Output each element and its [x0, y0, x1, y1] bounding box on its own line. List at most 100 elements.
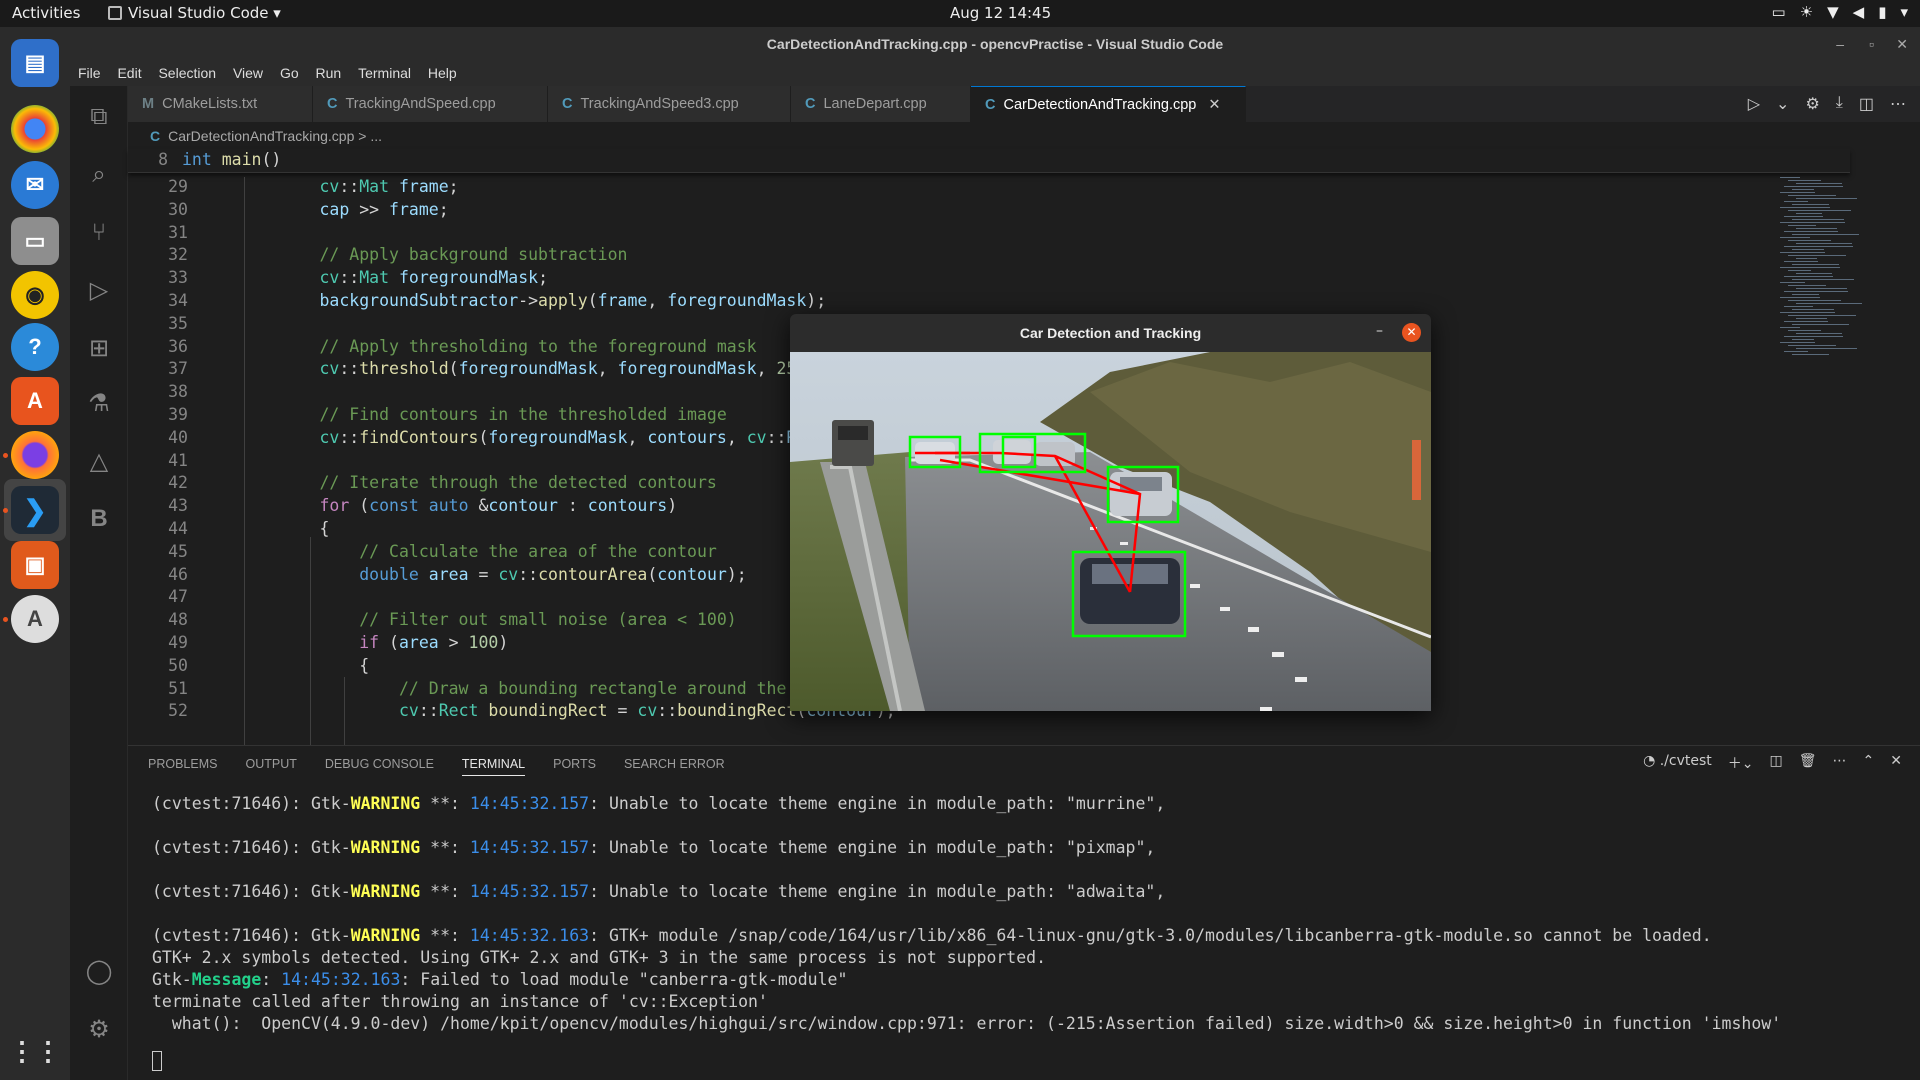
code-line[interactable]: 31	[128, 223, 1828, 246]
menu-help[interactable]: Help	[423, 62, 462, 84]
opencv-minimize-button[interactable]: –	[1376, 323, 1383, 339]
more-actions-icon[interactable]: ⋯	[1890, 94, 1906, 114]
minimap[interactable]	[1774, 177, 1904, 377]
terminal-line: (cvtest:71646): Gtk-WARNING **: 14:45:32…	[152, 882, 1166, 901]
sticky-scroll-header[interactable]: 8 int main()	[128, 149, 1850, 173]
menu-view[interactable]: View	[228, 62, 268, 84]
b-extension-icon[interactable]: B	[84, 504, 114, 534]
code-line[interactable]: 30 cap >> frame;	[128, 200, 1828, 223]
settings-gear-icon[interactable]: ⚙	[84, 1014, 114, 1044]
system-tray[interactable]: ▭ ☀ ▼ ◀ ▮ ▾	[1771, 3, 1908, 21]
impress-app-icon[interactable]: ▣	[11, 541, 59, 589]
account-icon[interactable]: ◯	[84, 956, 114, 986]
system-menu-chevron-icon[interactable]: ▾	[1900, 3, 1908, 21]
tab-lanedepart[interactable]: C LaneDepart.cpp	[791, 86, 971, 122]
breadcrumb-rest[interactable]: > ...	[358, 128, 382, 144]
new-terminal-icon[interactable]: ＋⌄	[1728, 753, 1754, 773]
tab-debug-console[interactable]: DEBUG CONSOLE	[325, 757, 434, 776]
line-number: 51	[168, 678, 188, 698]
breadcrumb-file[interactable]: CarDetectionAndTracking.cpp	[168, 128, 354, 144]
close-panel-icon[interactable]: ✕	[1890, 753, 1902, 773]
software-center-app-icon[interactable]: A	[11, 377, 59, 425]
wifi-icon[interactable]: ▼	[1827, 3, 1839, 21]
settings-icon[interactable]: ⚙	[1805, 94, 1819, 114]
source-control-icon[interactable]: ⑂	[84, 217, 114, 247]
app-menu[interactable]: Visual Studio Code ▾	[108, 4, 281, 22]
close-tab-icon[interactable]: ✕	[1208, 97, 1220, 113]
minimap-line	[1784, 336, 1843, 337]
tab-problems[interactable]: PROBLEMS	[148, 757, 217, 776]
tab-output[interactable]: OUTPUT	[245, 757, 296, 776]
files-app-icon[interactable]: ▭	[11, 217, 59, 265]
menu-go[interactable]: Go	[275, 62, 304, 84]
writer-app-icon[interactable]: ▤	[11, 39, 59, 87]
minimap-line	[1792, 294, 1819, 295]
tab-trackingandspeed3[interactable]: C TrackingAndSpeed3.cpp	[548, 86, 791, 122]
minimap-line	[1796, 348, 1857, 349]
line-code: // Apply thresholding to the foreground …	[319, 336, 757, 356]
thunderbird-app-icon[interactable]: ✉	[11, 161, 59, 209]
rhythmbox-app-icon[interactable]: ◉	[11, 271, 59, 319]
terminal-output[interactable]: (cvtest:71646): Gtk-WARNING **: 14:45:32…	[152, 794, 1781, 1072]
brightness-icon[interactable]: ☀	[1800, 3, 1813, 21]
maximize-window-button[interactable]: ▫	[1869, 27, 1874, 62]
menu-edit[interactable]: Edit	[112, 62, 146, 84]
terminal-line: terminate called after throwing an insta…	[152, 992, 768, 1011]
minimap-line	[1788, 180, 1821, 181]
tab-trackingandspeed[interactable]: C TrackingAndSpeed.cpp	[313, 86, 548, 122]
vscode-app-icon[interactable]: ❯	[11, 486, 59, 534]
kill-terminal-icon[interactable]: 🗑	[1799, 753, 1817, 773]
minimap-line	[1796, 183, 1842, 184]
opencv-close-button[interactable]: ✕	[1402, 323, 1421, 342]
run-dropdown-icon[interactable]: ⌄	[1776, 94, 1789, 114]
code-line[interactable]: 34 backgroundSubtractor->apply(frame, fo…	[128, 291, 1828, 314]
close-window-button[interactable]: ✕	[1896, 27, 1908, 62]
terminal-selector[interactable]: ◔ ./cvtest	[1643, 753, 1712, 773]
minimize-window-button[interactable]: –	[1836, 27, 1844, 62]
menu-terminal[interactable]: Terminal	[353, 62, 416, 84]
clock[interactable]: Aug 12 14:45	[950, 4, 1051, 22]
line-number: 42	[168, 473, 188, 493]
line-number: 33	[168, 268, 188, 288]
code-line[interactable]: 32 // Apply background subtraction	[128, 245, 1828, 268]
menu-file[interactable]: File	[73, 62, 106, 84]
tab-cardetectionandtracking[interactable]: C CarDetectionAndTracking.cpp ✕	[971, 86, 1246, 122]
terminal-line: Gtk-Message: 14:45:32.163: Failed to loa…	[152, 970, 848, 989]
menu-selection[interactable]: Selection	[153, 62, 221, 84]
extensions-icon[interactable]: ⊞	[84, 333, 114, 363]
opencv-window[interactable]: Car Detection and Tracking – ✕	[790, 314, 1431, 711]
firefox-app-icon[interactable]	[11, 431, 59, 479]
search-icon[interactable]: ⌕	[84, 159, 114, 189]
split-editor-icon[interactable]: ◫	[1859, 94, 1874, 114]
breadcrumb[interactable]: C CarDetectionAndTracking.cpp > ...	[150, 128, 382, 144]
menu-run[interactable]: Run	[311, 62, 347, 84]
explorer-icon[interactable]: ⧉	[84, 101, 114, 131]
volume-icon[interactable]: ◀	[1853, 3, 1865, 21]
tab-terminal[interactable]: TERMINAL	[461, 757, 526, 776]
activities-button[interactable]: Activities	[12, 4, 80, 22]
updater-app-icon[interactable]: A	[11, 595, 59, 643]
testing-icon[interactable]: ⚗	[84, 388, 114, 418]
minimap-line	[1784, 201, 1808, 202]
tab-search-error[interactable]: SEARCH ERROR	[624, 757, 725, 776]
more-icon[interactable]: ⋯	[1833, 753, 1847, 773]
run-debug-icon[interactable]: ▷	[84, 275, 114, 305]
show-apps-icon[interactable]: ⋮⋮	[9, 1027, 61, 1075]
tab-cmakelists[interactable]: M CMakeLists.txt	[128, 86, 313, 122]
minimap-line	[1788, 315, 1856, 316]
code-line[interactable]: 29 cv::Mat frame;	[128, 177, 1828, 200]
tab-label: LaneDepart.cpp	[823, 96, 927, 112]
terminal-name: ./cvtest	[1659, 753, 1712, 769]
chrome-app-icon[interactable]	[11, 105, 59, 153]
split-terminal-icon[interactable]: ◫	[1770, 753, 1783, 773]
help-app-icon[interactable]: ?	[11, 323, 59, 371]
maximize-panel-icon[interactable]: ⌃	[1863, 753, 1875, 773]
code-line[interactable]: 33 cv::Mat foregroundMask;	[128, 268, 1828, 291]
run-icon[interactable]: ▷	[1748, 94, 1760, 114]
line-code: // Find contours in the thresholded imag…	[319, 405, 727, 424]
build-icon[interactable]: ⤓	[1836, 94, 1843, 114]
cmake-icon[interactable]: △	[84, 446, 114, 476]
screen-share-icon[interactable]: ▭	[1771, 3, 1785, 21]
battery-icon[interactable]: ▮	[1878, 3, 1886, 21]
tab-ports[interactable]: PORTS	[553, 757, 596, 776]
